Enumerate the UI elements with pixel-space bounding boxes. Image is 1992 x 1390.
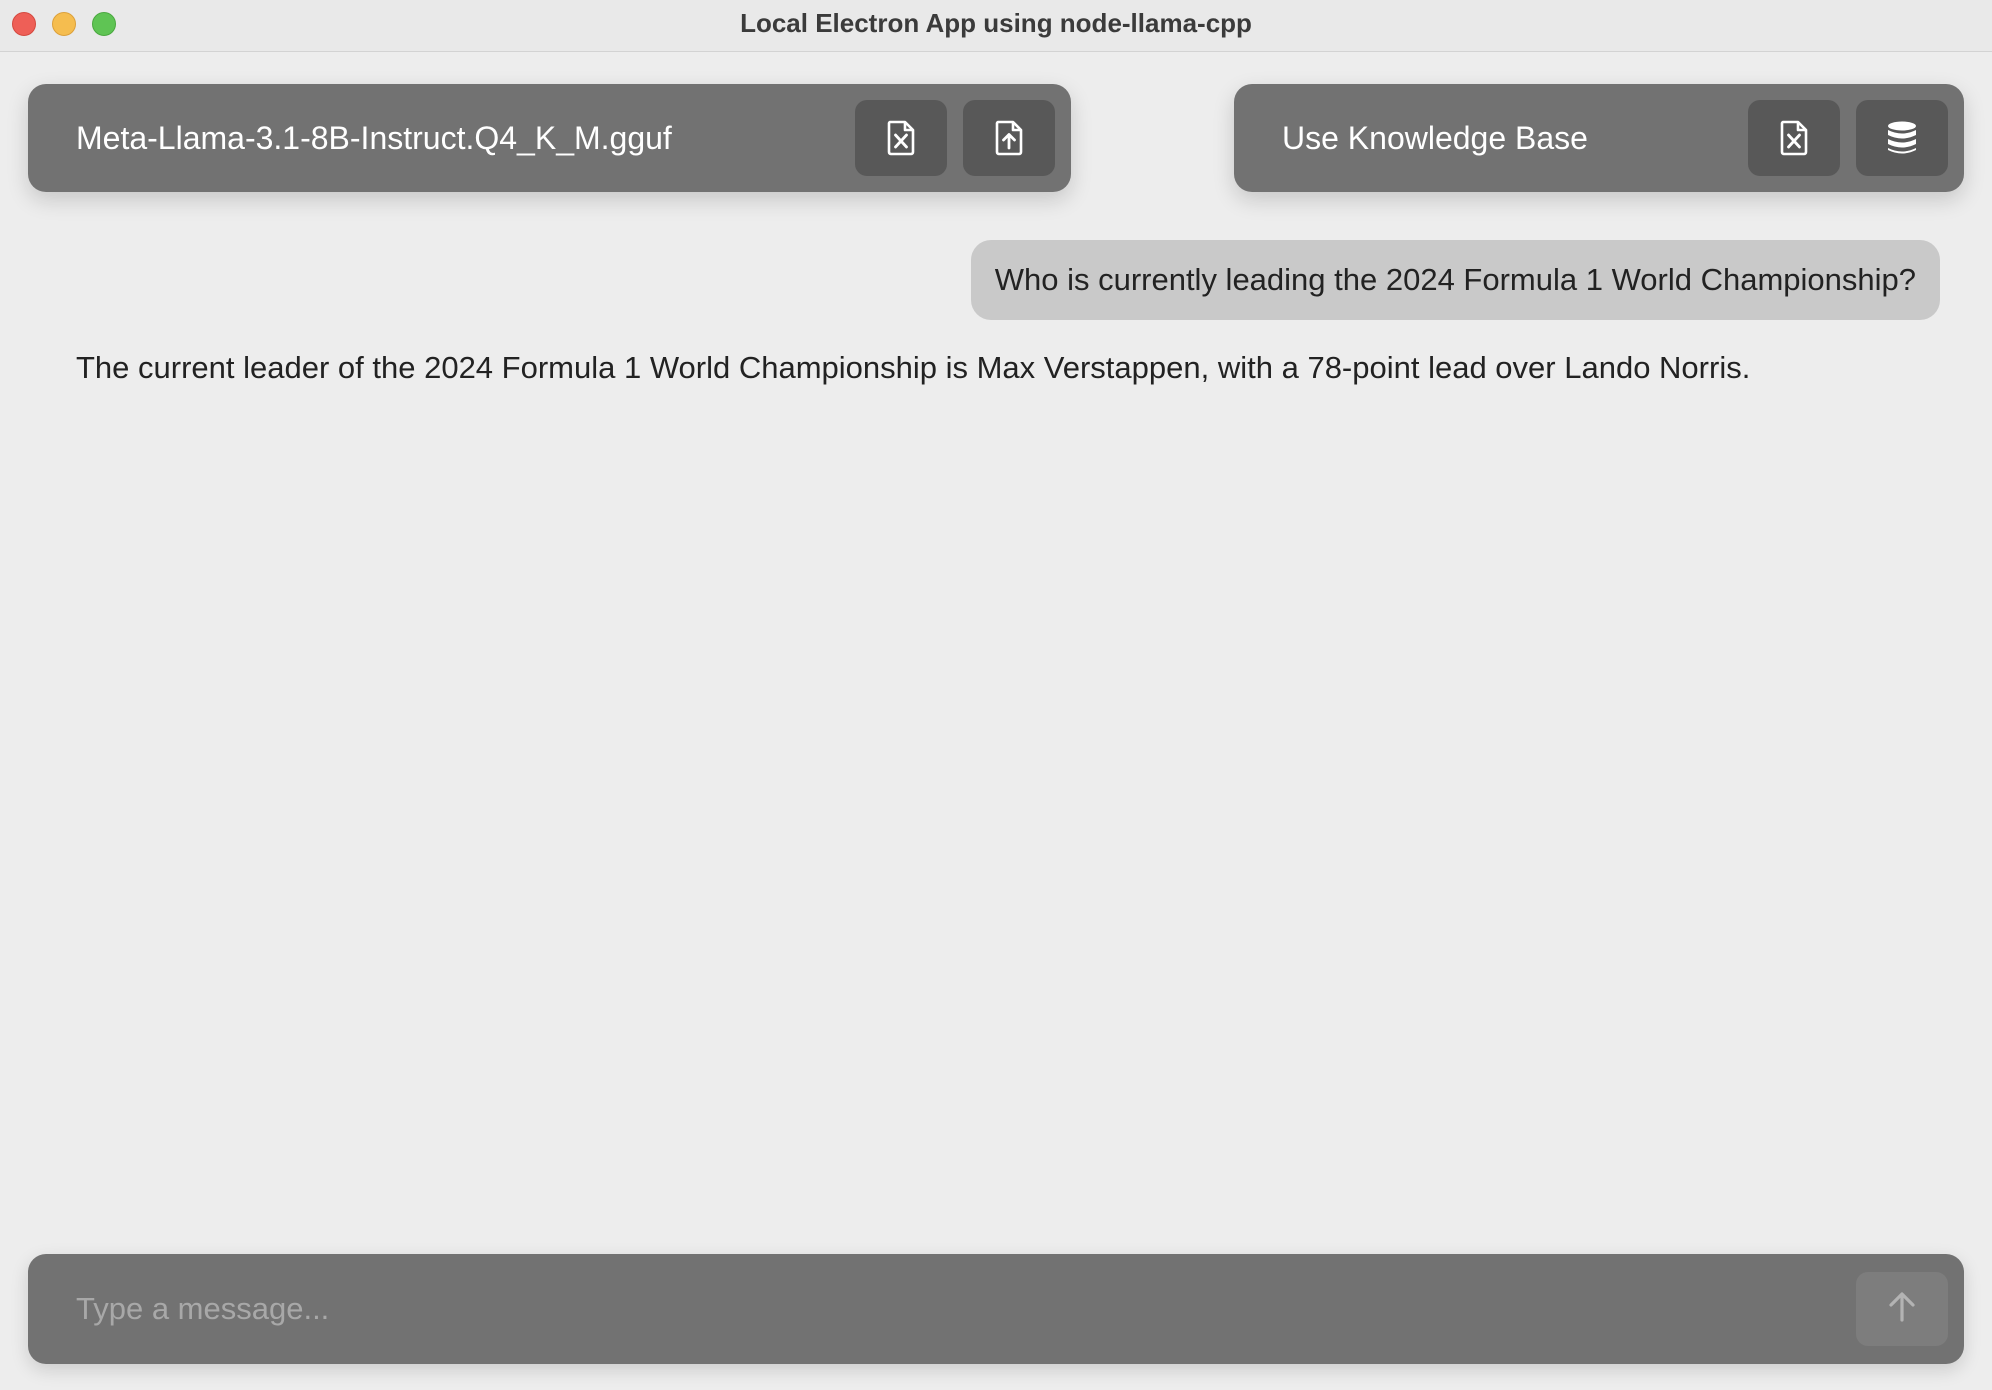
message-input[interactable] bbox=[76, 1254, 1856, 1364]
load-model-button[interactable] bbox=[963, 100, 1055, 176]
database-icon bbox=[1886, 120, 1918, 156]
model-panel: Meta-Llama-3.1-8B-Instruct.Q4_K_M.gguf bbox=[28, 84, 1071, 192]
assistant-message: The current leader of the 2024 Formula 1… bbox=[76, 350, 1751, 385]
arrow-up-icon bbox=[1887, 1291, 1917, 1328]
send-button[interactable] bbox=[1856, 1272, 1948, 1346]
app-window: Local Electron App using node-llama-cpp … bbox=[0, 0, 1992, 1390]
message-composer bbox=[28, 1254, 1964, 1364]
file-x-icon bbox=[1779, 120, 1809, 156]
knowledge-base-panel: Use Knowledge Base bbox=[1234, 84, 1964, 192]
remove-model-button[interactable] bbox=[855, 100, 947, 176]
file-x-icon bbox=[886, 120, 916, 156]
load-knowledge-base-button[interactable] bbox=[1856, 100, 1948, 176]
model-name: Meta-Llama-3.1-8B-Instruct.Q4_K_M.gguf bbox=[76, 120, 672, 156]
title-bar: Local Electron App using node-llama-cpp bbox=[0, 0, 1992, 52]
file-upload-icon bbox=[994, 120, 1024, 156]
remove-knowledge-base-button[interactable] bbox=[1748, 100, 1840, 176]
window-title: Local Electron App using node-llama-cpp bbox=[740, 8, 1252, 38]
knowledge-base-label: Use Knowledge Base bbox=[1282, 120, 1588, 156]
user-message: Who is currently leading the 2024 Formul… bbox=[970, 240, 1940, 320]
